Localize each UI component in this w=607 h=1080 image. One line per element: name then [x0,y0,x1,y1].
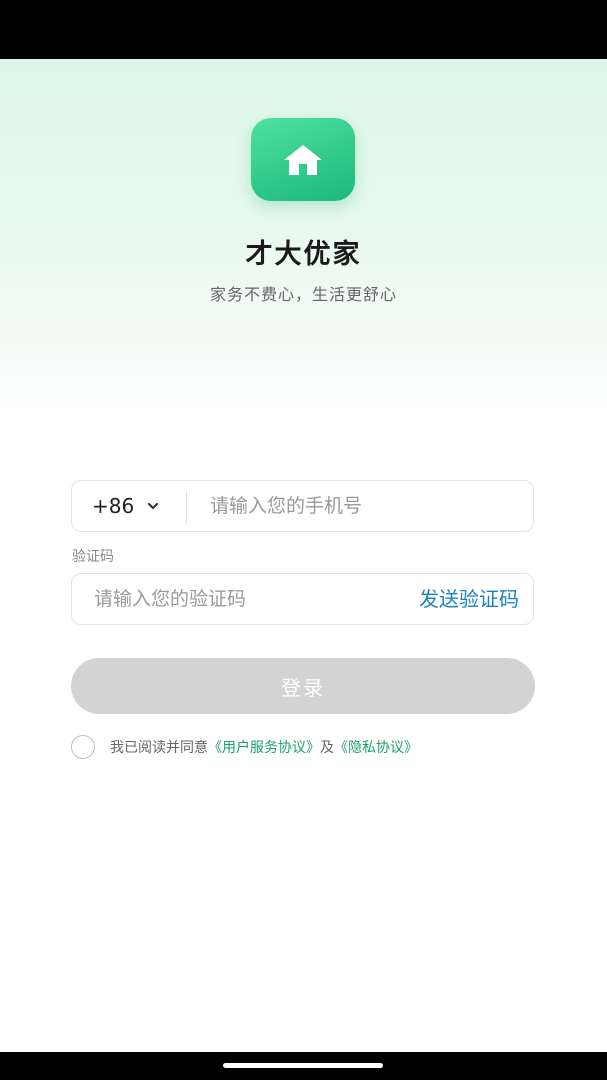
phone-field: +86 [71,480,534,532]
chevron-down-icon [148,502,159,510]
send-code-button[interactable]: 发送验证码 [419,574,519,624]
code-input[interactable] [94,574,384,624]
country-code-selector[interactable]: +86 [72,481,186,531]
app-slogan: 家务不费心，生活更舒心 [209,285,397,304]
app-logo [251,118,355,201]
agreement-conjunction: 及 [320,740,334,756]
agree-checkbox[interactable] [71,735,95,759]
country-code: +86 [92,494,135,518]
app-name: 才大优家 [245,239,362,270]
phone-input[interactable] [210,481,520,531]
login-button[interactable]: 登录 [71,658,535,714]
code-field: 发送验证码 [71,573,534,625]
status-bar [0,0,607,59]
privacy-policy-link[interactable]: 《隐私协议》 [334,737,418,757]
agreement-prefix: 我已阅读并同意 [110,740,208,756]
user-agreement-link[interactable]: 《用户服务协议》 [208,737,320,757]
code-label: 验证码 [72,549,114,565]
agreement-row: 我已阅读并同意 《用户服务协议》 及 《隐私协议》 [71,735,418,759]
home-indicator[interactable] [223,1063,383,1068]
field-divider [186,491,187,523]
home-icon [284,144,322,175]
